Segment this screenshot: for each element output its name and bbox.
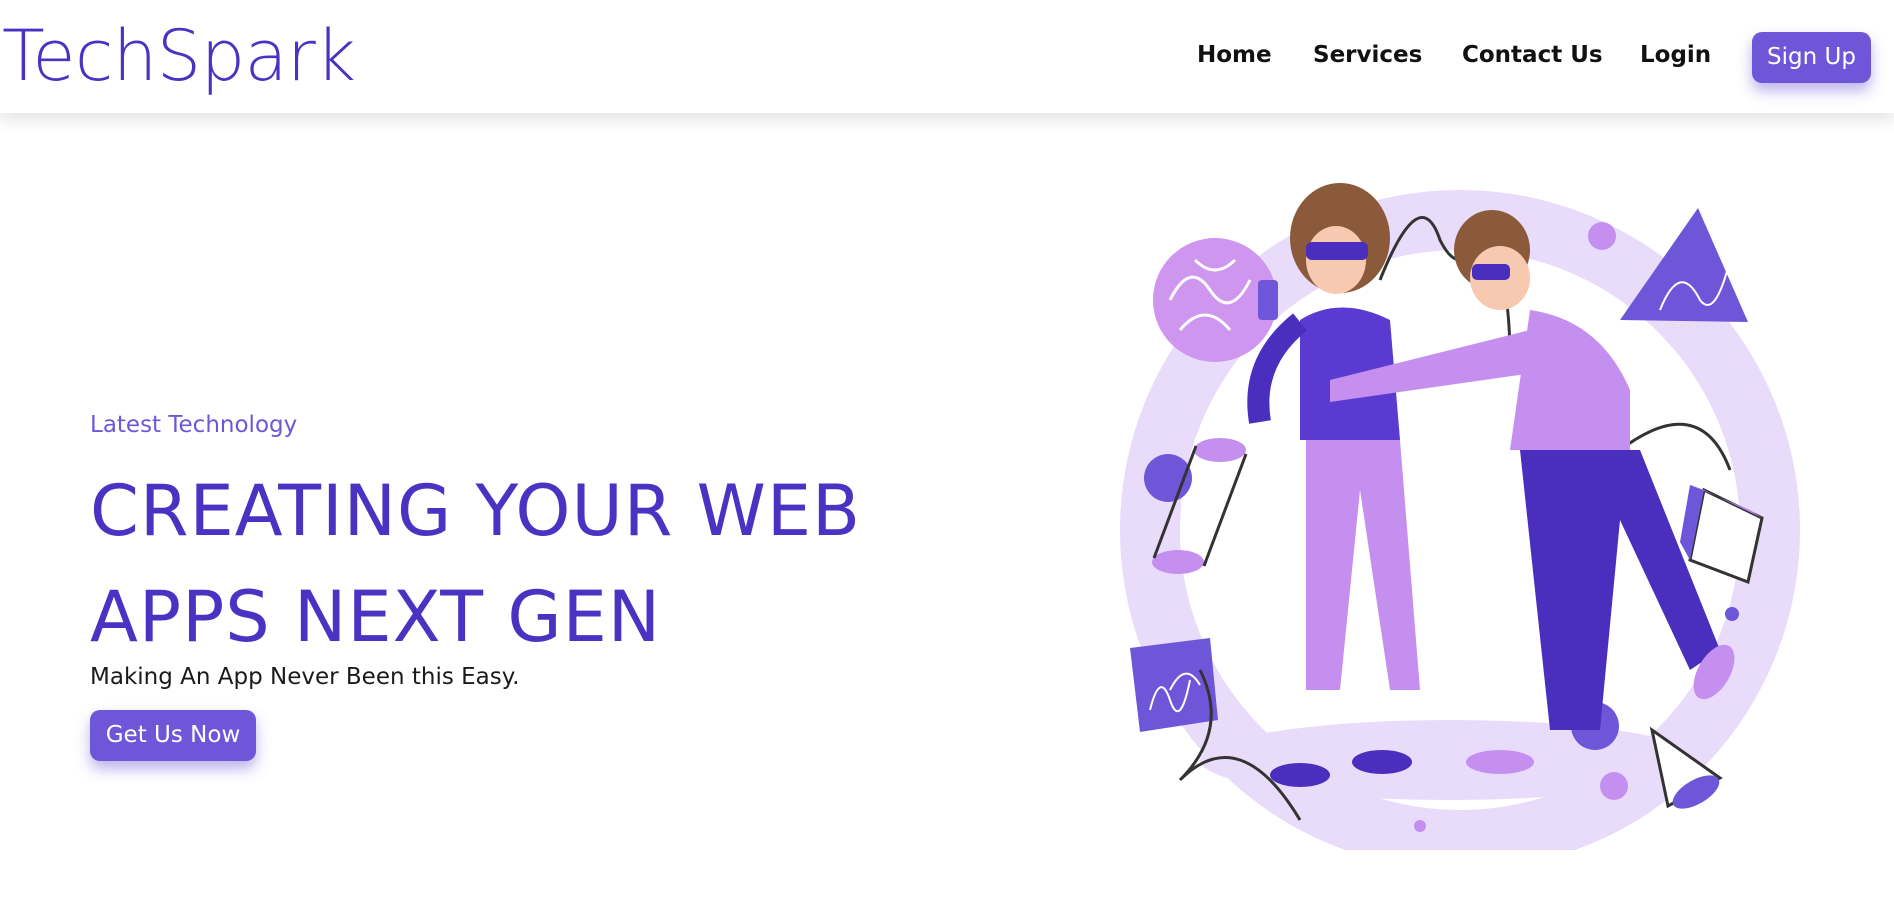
top-navbar: TechSpark Home Services Contact Us Login… xyxy=(0,0,1894,113)
hero-section: Latest Technology CREATING YOUR WEB APPS… xyxy=(90,410,990,761)
hero-eyebrow: Latest Technology xyxy=(90,412,298,438)
dot-top xyxy=(1588,222,1616,250)
nav-contact-link[interactable]: Contact Us xyxy=(1462,40,1603,70)
illustration-svg xyxy=(1120,183,1800,870)
cylinder-bottom xyxy=(1152,550,1204,574)
man-vr-headset xyxy=(1472,264,1510,280)
dot-right xyxy=(1725,607,1739,621)
signup-button[interactable]: Sign Up xyxy=(1752,32,1871,83)
hero-headline-line2: APPS NEXT GEN xyxy=(90,576,662,658)
woman-shoe-left xyxy=(1270,763,1330,787)
hero-headline: CREATING YOUR WEB APPS NEXT GEN xyxy=(90,458,990,670)
dot-tiny xyxy=(1414,820,1426,832)
hero-headline-line1: CREATING YOUR WEB xyxy=(90,470,862,552)
get-us-now-button[interactable]: Get Us Now xyxy=(90,710,256,761)
nav-home-link[interactable]: Home xyxy=(1197,40,1272,70)
nav-links: Home Services Contact Us Login Sign Up xyxy=(0,32,1894,83)
man-shoe-left xyxy=(1466,750,1534,774)
cylinder-edge-right xyxy=(1202,453,1248,567)
dot-bottom-small xyxy=(1600,772,1628,800)
cylinder-top xyxy=(1194,438,1246,462)
nav-services-link[interactable]: Services xyxy=(1313,40,1422,70)
woman-shoe-right xyxy=(1352,750,1412,774)
woman-vr-headset xyxy=(1306,242,1368,260)
woman-phone xyxy=(1258,280,1278,320)
vr-people-illustration xyxy=(1100,150,1800,870)
woman-pants xyxy=(1306,440,1420,690)
nav-login-link[interactable]: Login xyxy=(1640,40,1711,70)
